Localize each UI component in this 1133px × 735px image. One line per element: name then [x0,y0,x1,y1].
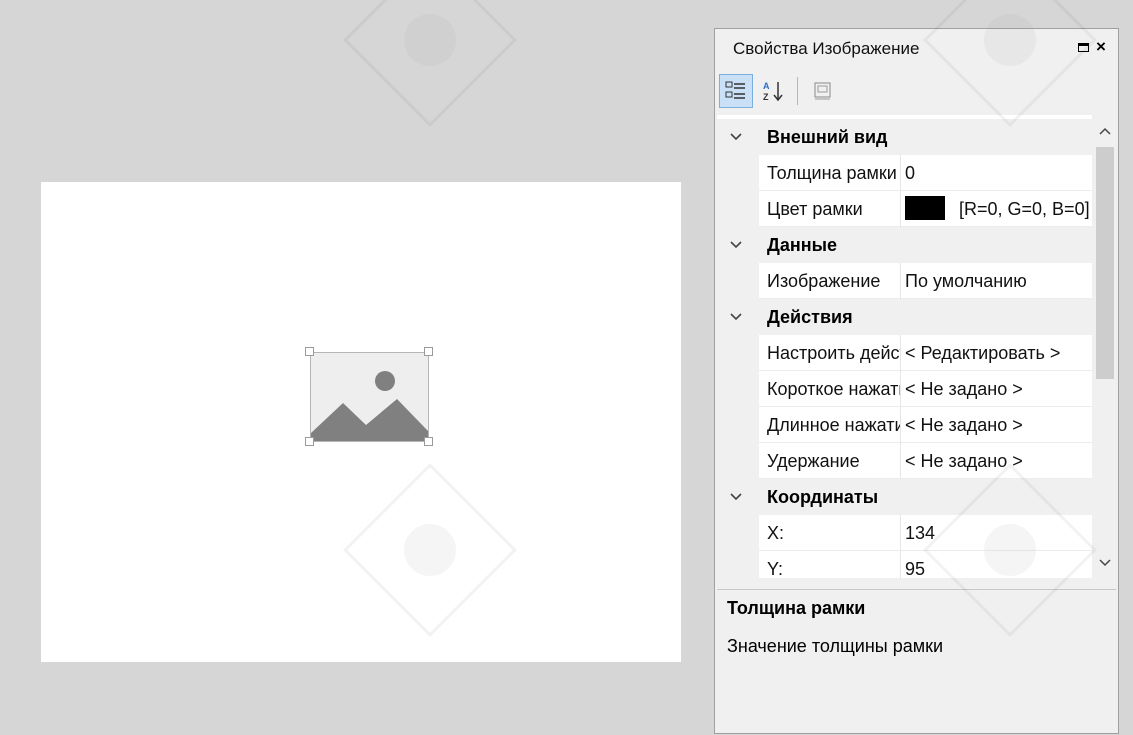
property-value-text: 95 [905,559,926,578]
row-gutter [717,407,759,443]
column-divider[interactable] [900,515,901,551]
property-row[interactable]: Цвет рамки [R=0, G=0, B=0] [717,191,1092,227]
sort-az-icon: A Z [763,81,783,102]
property-name: X: [767,523,785,543]
property-value[interactable]: < Не задано > [905,443,1091,479]
property-row[interactable]: Y: 95 [717,551,1092,578]
property-name: Длинное нажатие [767,415,900,435]
property-name: Изображение [767,271,881,291]
image-placeholder-icon [311,353,428,441]
property-value-text: < Не задано > [905,415,1023,435]
property-row[interactable]: Толщина рамки 0 [717,155,1092,191]
property-name: Цвет рамки [767,199,863,219]
resize-handle-bottom-right[interactable] [424,437,433,446]
property-value[interactable]: < Не задано > [905,371,1091,407]
row-gutter [717,335,759,371]
toolbar-separator [797,77,798,105]
resize-handle-top-left[interactable] [305,347,314,356]
column-divider[interactable] [900,191,901,227]
properties-panel: Свойства Изображение × A Z Внешний вид Т… [714,28,1119,734]
property-value[interactable]: [R=0, G=0, B=0] [905,191,1091,227]
property-name: Короткое нажатие [767,379,900,399]
property-pages-button[interactable] [806,74,840,108]
category-label: Внешний вид [767,127,888,147]
chevron-down-icon[interactable] [727,227,745,263]
panel-title-bar: Свойства Изображение × [715,29,1118,69]
property-value[interactable]: < Редактировать > [905,335,1091,371]
resize-handle-bottom-left[interactable] [305,437,314,446]
svg-text:A: A [763,81,770,91]
property-name: Удержание [767,451,860,471]
category-row[interactable]: Внешний вид [717,119,1092,155]
property-row[interactable]: Изображение По умолчанию [717,263,1092,299]
property-name: Настроить действие [767,343,900,363]
column-divider[interactable] [900,335,901,371]
category-label: Действия [767,307,853,327]
property-row[interactable]: Удержание < Не задано > [717,443,1092,479]
property-grid-scrollbar[interactable] [1093,115,1117,578]
property-row[interactable]: X: 134 [717,515,1092,551]
categorized-icon [725,81,745,99]
property-value[interactable]: 95 [905,551,1091,578]
scroll-up-button[interactable] [1096,119,1114,143]
close-button[interactable]: × [1096,37,1106,57]
column-divider[interactable] [900,551,901,578]
column-divider[interactable] [900,263,901,299]
chevron-down-icon [1099,559,1111,567]
category-row[interactable]: Данные [717,227,1092,263]
property-row[interactable]: Длинное нажатие < Не задано > [717,407,1092,443]
image-widget[interactable] [310,352,429,442]
description-area: Толщина рамки Значение толщины рамки [717,589,1116,732]
pin-icon[interactable] [1078,43,1089,52]
property-pages-icon [814,82,831,100]
row-gutter [717,155,759,191]
property-row[interactable]: Настроить действие< Редактировать > [717,335,1092,371]
category-label: Данные [767,235,837,255]
category-row[interactable]: Действия [717,299,1092,335]
categorized-view-button[interactable] [719,74,753,108]
property-value[interactable]: < Не задано > [905,407,1091,443]
chevron-up-icon [1099,127,1111,135]
category-row[interactable]: Координаты [717,479,1092,515]
row-gutter [717,263,759,299]
scroll-thumb[interactable] [1096,147,1114,379]
panel-title: Свойства Изображение [733,39,920,58]
alphabetical-view-button[interactable]: A Z [757,74,791,108]
row-gutter [717,515,759,551]
design-canvas[interactable] [41,182,681,662]
chevron-down-icon[interactable] [727,479,745,515]
chevron-down-icon[interactable] [727,119,745,155]
column-divider[interactable] [900,155,901,191]
column-divider[interactable] [900,371,901,407]
panel-toolbar: A Z [715,69,1118,113]
property-value[interactable]: 134 [905,515,1091,551]
property-value-text: [R=0, G=0, B=0] [959,199,1090,219]
property-value-text: 134 [905,523,936,543]
property-value-text: < Не задано > [905,451,1023,471]
row-gutter [717,443,759,479]
row-gutter [717,371,759,407]
property-value-text: < Не задано > [905,379,1023,399]
row-gutter [717,191,759,227]
property-value[interactable]: 0 [905,155,1091,191]
resize-handle-top-right[interactable] [424,347,433,356]
scroll-down-button[interactable] [1096,550,1114,574]
property-grid: Внешний вид Толщина рамки 0 Цвет рамки [R=0,… [717,115,1092,578]
property-name: Y: [767,559,784,578]
property-row[interactable]: Короткое нажатие< Не задано > [717,371,1092,407]
svg-text:Z: Z [763,92,769,102]
property-name: Толщина рамки [767,163,897,183]
color-swatch [905,196,945,221]
chevron-down-icon[interactable] [727,299,745,335]
property-value[interactable]: По умолчанию [905,263,1091,299]
property-value-text: 0 [905,163,916,183]
property-value-text: < Редактировать > [905,343,1061,363]
property-value-text: По умолчанию [905,271,1027,291]
column-divider[interactable] [900,443,901,479]
description-text: Значение толщины рамки [727,636,944,656]
column-divider[interactable] [900,407,901,443]
description-title: Толщина рамки [727,598,866,618]
row-gutter [717,551,759,578]
category-label: Координаты [767,487,879,507]
